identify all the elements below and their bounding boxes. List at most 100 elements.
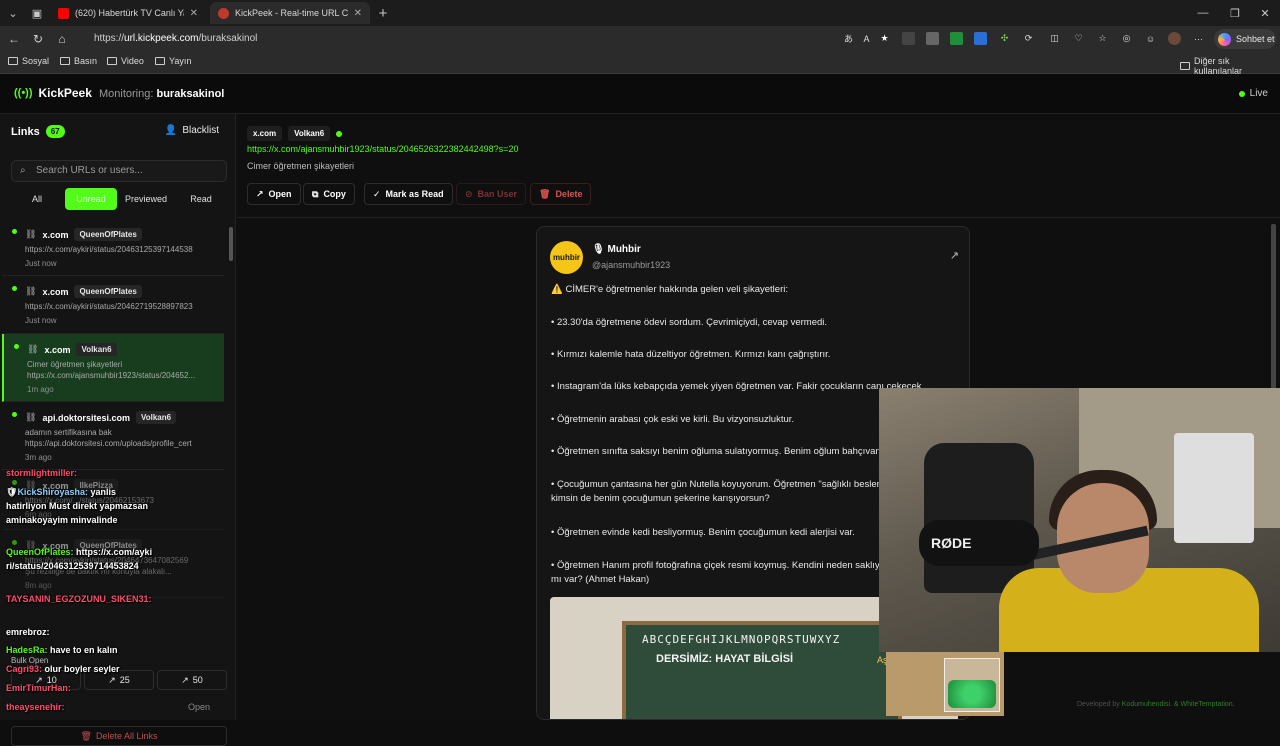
copy-button[interactable]: ⧉ Copy <box>303 183 355 205</box>
close-window-icon[interactable]: ✕ <box>1256 4 1274 22</box>
mark-as-read-button[interactable]: ✓ Mark as Read <box>364 183 453 205</box>
chat-user: Cagri93: <box>6 664 43 674</box>
extensions-puzzle-icon[interactable]: ⟳ <box>1022 32 1035 45</box>
favorite-star-icon[interactable]: ★ <box>878 32 891 45</box>
browser-essentials-icon[interactable]: ♡ <box>1072 32 1085 45</box>
list-item[interactable]: ⛓ api.doktorsitesi.com Volkan6 adamın sert… <box>2 402 224 470</box>
bookmark-label: Basın <box>74 56 98 66</box>
translate-icon[interactable]: あ <box>842 32 855 45</box>
bookmark-folder[interactable]: Yayın <box>155 56 191 66</box>
open-button[interactable]: ↗ Open <box>247 183 301 205</box>
folder-icon <box>1180 62 1190 70</box>
item-description: Cimer öğretmen şikayetleri <box>27 360 123 369</box>
detail-url-link[interactable]: https://x.com/ajansmuhbir1923/status/204… <box>247 144 518 154</box>
extension-icon[interactable] <box>926 32 939 45</box>
more-menu-icon[interactable]: ··· <box>1192 32 1205 45</box>
profile-avatar[interactable] <box>1168 32 1181 45</box>
blacklist-button[interactable]: 👤 Blacklist <box>165 125 219 136</box>
item-description: adamın sertifikasına bak <box>25 428 112 437</box>
chat-message: QueenOfPlates: https://x.com/ayki <box>6 547 152 557</box>
minimize-icon[interactable]: — <box>1194 4 1212 22</box>
chat-user: KickShiroyasha: <box>17 487 88 497</box>
delete-button[interactable]: 🗑 Delete <box>530 183 592 205</box>
search-placeholder: Search URLs or users... <box>36 165 143 176</box>
tweet-avatar: muhbir <box>550 241 583 274</box>
refresh-icon[interactable]: ↻ <box>30 31 46 47</box>
microphone-icon: 🎙 <box>592 244 605 255</box>
tab-kickpeek[interactable]: KickPeek - Real-time URL Crawler ✕ <box>210 2 370 24</box>
filter-previewed[interactable]: Previewed <box>122 188 170 210</box>
extension-icon[interactable] <box>974 32 987 45</box>
tweet-author: 🎙 Muhbir <box>592 244 641 255</box>
divider <box>237 217 1280 218</box>
bookmark-folder[interactable]: Sosyal <box>8 56 49 66</box>
collections-icon[interactable]: ◎ <box>1120 32 1133 45</box>
back-icon[interactable]: ← <box>6 31 22 47</box>
brand-name: KickPeek <box>38 86 92 100</box>
list-item[interactable]: ⛓ x.com QueenOfPlates https://x.com/aykiri… <box>2 276 224 334</box>
maximize-icon[interactable]: ❐ <box>1226 4 1244 22</box>
tab-actions-icon[interactable]: ⌄ <box>4 4 22 22</box>
chat-user: EmirTimurHan: <box>6 683 71 693</box>
read-aloud-icon[interactable]: A <box>860 32 873 45</box>
item-user[interactable]: Volkan6 <box>76 343 117 356</box>
live-dot-icon <box>1238 90 1245 97</box>
chat-text: hatirliyon Must direkt yapmazsan <box>6 501 149 511</box>
item-user[interactable]: QueenOfPlates <box>74 285 142 298</box>
extension-icon[interactable]: ✣ <box>998 32 1011 45</box>
item-user[interactable]: Volkan6 <box>135 411 177 424</box>
links-count-badge: 67 <box>45 125 65 138</box>
unread-dot-icon <box>12 286 17 291</box>
url-field[interactable]: https://url.kickpeek.com/buraksakinol <box>78 29 898 49</box>
filter-read[interactable]: Read <box>186 188 216 210</box>
action-label: Delete <box>555 189 583 199</box>
extension-icon[interactable] <box>902 32 915 45</box>
unread-dot-icon <box>14 344 19 349</box>
home-icon[interactable]: ⌂ <box>54 31 70 47</box>
ban-user-button[interactable]: ⊘ Ban User <box>456 183 527 205</box>
item-time: 1m ago <box>27 385 54 394</box>
list-item-selected[interactable]: ⛓ x.com Volkan6 Cimer öğretmen şikayetleri… <box>2 334 224 402</box>
delete-all-links-button[interactable]: 🗑 Delete All Links <box>11 726 227 746</box>
copilot-icon <box>1218 32 1231 46</box>
close-tab-icon[interactable]: ✕ <box>354 8 362 19</box>
action-label: Copy <box>323 189 346 199</box>
tweet-paragraph: • 23.30'da öğretmene ödevi sordum. Çevri… <box>551 317 828 328</box>
bulk-open-50-button[interactable]: ↗ 50 <box>157 670 227 690</box>
new-tab-button[interactable]: + <box>374 4 392 22</box>
bookmark-folder[interactable]: Video <box>107 56 144 66</box>
user-chip[interactable]: Volkan6 <box>288 126 331 141</box>
list-item[interactable]: ⛓ x.com QueenOfPlates https://x.com/aykiri… <box>2 219 224 276</box>
search-input[interactable]: ⌕ Search URLs or users... <box>11 160 227 182</box>
chat-user: emrebroz: <box>6 627 50 637</box>
chat-user: QueenOfPlates: <box>6 547 74 557</box>
folder-icon <box>107 57 117 65</box>
app-logo[interactable]: ((•)) KickPeek <box>14 86 92 100</box>
webcam-overlay: RØDE <box>879 388 1280 652</box>
filter-all[interactable]: All <box>22 188 52 210</box>
external-link-icon[interactable]: ↗ <box>950 249 959 262</box>
action-label: Open <box>268 189 292 199</box>
close-tab-icon[interactable]: ✕ <box>190 8 198 19</box>
feedback-icon[interactable]: ☺ <box>1144 32 1157 45</box>
board-subject: DERSİMİZ: HAYAT BİLGİSİ <box>656 653 794 665</box>
bookmark-label: Diğer sık kullanılanlar <box>1194 56 1243 76</box>
open-button[interactable]: Open <box>188 702 210 712</box>
item-user[interactable]: QueenOfPlates <box>74 228 142 241</box>
live-indicator: Live <box>1238 88 1268 99</box>
bookmark-label: Yayın <box>169 56 192 66</box>
favorites-icon[interactable]: ☆ <box>1096 32 1109 45</box>
sidebar-scrollbar[interactable] <box>228 219 234 599</box>
chat-text: yanlis <box>90 487 116 497</box>
split-screen-icon[interactable]: ◫ <box>1048 32 1061 45</box>
bookmark-folder[interactable]: Basın <box>60 56 97 66</box>
other-favorites[interactable]: Diğer sık kullanılanlar <box>1180 56 1280 76</box>
copilot-button[interactable]: Sohbet et <box>1214 29 1276 49</box>
chat-message: TAYSANIN_EGZOZUNU_SIKEN31: <box>6 594 152 604</box>
workspaces-icon[interactable]: ▣ <box>28 4 46 22</box>
tab-haberturk[interactable]: (620) Habertürk TV Canlı Yayın ᴴᴰ ✕ <box>50 2 206 24</box>
filter-unread[interactable]: Unread <box>65 188 117 210</box>
extension-icon[interactable] <box>950 32 963 45</box>
pc-case <box>1174 433 1254 543</box>
scrollbar-thumb[interactable] <box>229 227 233 261</box>
